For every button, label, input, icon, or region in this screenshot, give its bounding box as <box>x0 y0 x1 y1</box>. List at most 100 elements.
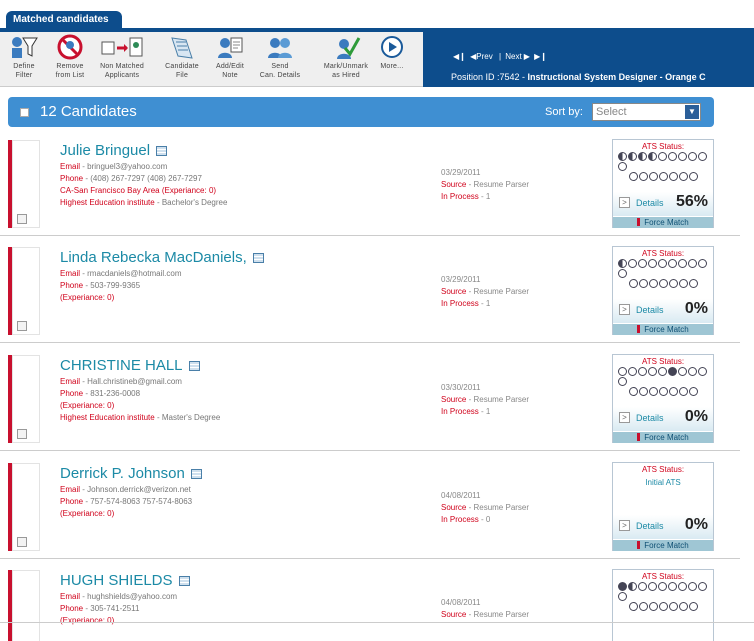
candidate-checkbox[interactable] <box>17 321 27 331</box>
ats-step-dot[interactable] <box>649 279 658 288</box>
ats-step-dot[interactable] <box>669 387 678 396</box>
ats-step-dot[interactable] <box>669 602 678 611</box>
ats-step-dot[interactable] <box>658 152 667 161</box>
select-all-checkbox[interactable] <box>20 108 29 117</box>
more-button[interactable]: More... <box>368 34 416 86</box>
note-icon[interactable] <box>190 469 202 480</box>
send-details-button[interactable]: Send Can. Details <box>256 34 304 86</box>
sort-select[interactable]: Select ▼ <box>592 103 701 121</box>
candidate-name-link[interactable]: HUGH SHIELDS <box>60 572 190 589</box>
ats-step-dot[interactable] <box>659 172 668 181</box>
ats-step-dot[interactable] <box>639 172 648 181</box>
ats-step-dot[interactable] <box>689 387 698 396</box>
ats-step-dot[interactable] <box>669 279 678 288</box>
ats-step-dot[interactable] <box>628 259 637 268</box>
ats-step-dot[interactable] <box>658 367 667 376</box>
prev-link[interactable]: ◀Prev <box>470 52 495 61</box>
ats-step-dot[interactable] <box>649 172 658 181</box>
ats-step-dot[interactable] <box>639 279 648 288</box>
ats-step-dot[interactable] <box>629 279 638 288</box>
ats-step-dot[interactable] <box>688 259 697 268</box>
force-match-button[interactable]: Force Match <box>613 324 713 335</box>
chevron-down-icon[interactable]: ▼ <box>685 105 699 119</box>
candidate-name-link[interactable]: CHRISTINE HALL <box>60 357 200 374</box>
ats-step-dot[interactable] <box>638 582 647 591</box>
remove-from-list-button[interactable]: Remove from List <box>46 34 94 86</box>
position-title[interactable]: Instructional System Designer - Orange C <box>528 72 706 82</box>
candidate-checkbox[interactable] <box>17 429 27 439</box>
ats-step-dot[interactable] <box>698 582 707 591</box>
ats-step-dot[interactable] <box>688 367 697 376</box>
ats-step-dot[interactable] <box>638 152 647 161</box>
email-value[interactable]: rmacdaniels@hotmail.com <box>87 269 181 278</box>
mark-hired-button[interactable]: Mark/Unmark as Hired <box>316 34 376 86</box>
ats-step-dot[interactable] <box>679 602 688 611</box>
expand-icon[interactable]: > <box>619 304 630 315</box>
ats-step-dot[interactable] <box>629 602 638 611</box>
ats-step-dot[interactable] <box>648 367 657 376</box>
ats-step-dot[interactable] <box>678 152 687 161</box>
ats-step-dot[interactable] <box>678 259 687 268</box>
ats-step-dot[interactable] <box>649 387 658 396</box>
candidate-file-button[interactable]: Candidate File <box>158 34 206 86</box>
ats-step-dot[interactable] <box>688 152 697 161</box>
details-link[interactable]: Details <box>636 305 664 315</box>
ats-step-dot[interactable] <box>658 582 667 591</box>
ats-step-dot[interactable] <box>618 367 627 376</box>
add-edit-note-button[interactable]: Add/Edit Note <box>206 34 254 86</box>
ats-step-dot[interactable] <box>618 162 627 171</box>
ats-step-dot[interactable] <box>668 152 677 161</box>
ats-step-dot[interactable] <box>698 259 707 268</box>
non-matched-applicants-button[interactable]: Non Matched Applicants <box>92 34 152 86</box>
ats-step-dot[interactable] <box>689 172 698 181</box>
ats-step-dot[interactable] <box>669 172 678 181</box>
candidate-checkbox[interactable] <box>17 537 27 547</box>
details-link[interactable]: Details <box>636 521 664 531</box>
ats-step-dot[interactable] <box>649 602 658 611</box>
ats-step-dot[interactable] <box>689 279 698 288</box>
ats-step-dot[interactable] <box>618 592 627 601</box>
email-value[interactable]: bringuel3@yahoo.com <box>87 162 167 171</box>
ats-step-dot[interactable] <box>639 602 648 611</box>
ats-step-dot[interactable] <box>679 279 688 288</box>
ats-step-dot[interactable] <box>678 367 687 376</box>
ats-step-dot[interactable] <box>659 602 668 611</box>
expand-icon[interactable]: > <box>619 520 630 531</box>
ats-step-dot[interactable] <box>698 152 707 161</box>
ats-step-dot[interactable] <box>668 259 677 268</box>
next-link[interactable]: Next ▶ <box>505 52 530 61</box>
force-match-button[interactable]: Force Match <box>613 432 713 443</box>
expand-icon[interactable]: > <box>619 197 630 208</box>
ats-step-dot[interactable] <box>628 367 637 376</box>
ats-step-dot[interactable] <box>629 387 638 396</box>
ats-step-dot[interactable] <box>688 582 697 591</box>
ats-step-dot[interactable] <box>679 172 688 181</box>
ats-step-dot[interactable] <box>629 172 638 181</box>
candidate-name-link[interactable]: Derrick P. Johnson <box>60 465 202 482</box>
ats-step-dot[interactable] <box>628 152 637 161</box>
ats-step-dot[interactable] <box>618 377 627 386</box>
last-icon[interactable]: ▶❙ <box>534 52 547 61</box>
force-match-button[interactable]: Force Match <box>613 540 713 551</box>
expand-icon[interactable]: > <box>619 412 630 423</box>
force-match-button[interactable]: Force Match <box>613 217 713 228</box>
ats-step-dot[interactable] <box>618 259 627 268</box>
note-icon[interactable] <box>178 576 190 587</box>
ats-step-dot[interactable] <box>639 387 648 396</box>
ats-step-dot[interactable] <box>628 582 637 591</box>
candidate-checkbox[interactable] <box>17 214 27 224</box>
ats-step-dot[interactable] <box>668 582 677 591</box>
ats-step-dot[interactable] <box>689 602 698 611</box>
ats-step-dot[interactable] <box>648 152 657 161</box>
ats-step-dot[interactable] <box>648 582 657 591</box>
ats-step-dot[interactable] <box>658 259 667 268</box>
details-link[interactable]: Details <box>636 198 664 208</box>
ats-step-dot[interactable] <box>659 387 668 396</box>
candidate-name-link[interactable]: Linda Rebecka MacDaniels, <box>60 249 264 266</box>
ats-step-dot[interactable] <box>618 582 627 591</box>
ats-step-dot[interactable] <box>679 387 688 396</box>
email-value[interactable]: hughshields@yahoo.com <box>87 592 177 601</box>
ats-step-dot[interactable] <box>638 259 647 268</box>
details-link[interactable]: Details <box>636 413 664 423</box>
note-icon[interactable] <box>188 361 200 372</box>
